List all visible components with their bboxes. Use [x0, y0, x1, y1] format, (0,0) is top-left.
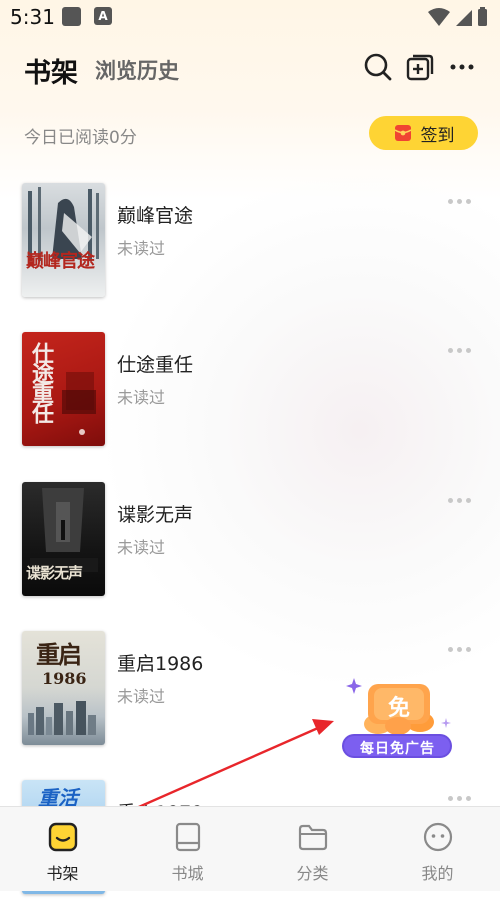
book-item[interactable]: 谍影无声 谍影无声 未读过	[0, 482, 500, 622]
nav-categories[interactable]: 分类	[250, 807, 375, 891]
ad-badge: 免	[387, 696, 410, 721]
sparkle-icon	[346, 678, 362, 694]
book-title: 仕途重任	[117, 354, 194, 376]
search-icon	[364, 53, 392, 81]
search-button[interactable]	[361, 50, 395, 84]
more-options-button[interactable]	[445, 50, 479, 84]
bookshelf-smile-icon	[48, 822, 78, 852]
tab-bookshelf[interactable]: 书架	[24, 51, 78, 90]
status-icons	[426, 6, 490, 32]
book-more-button[interactable]	[448, 792, 478, 804]
wifi-icon	[428, 8, 450, 26]
book-item[interactable]: 巅峰官途 巅峰官途 未读过	[0, 183, 500, 323]
nav-label: 我的	[421, 864, 454, 883]
more-horizontal-icon	[450, 64, 474, 70]
add-book-icon	[406, 54, 434, 81]
status-bar: 5:31 A	[0, 0, 500, 34]
book-read-status: 未读过	[117, 538, 166, 557]
book-cover[interactable]: 仕途重任	[22, 332, 105, 446]
nav-label: 书城	[171, 864, 204, 883]
book-icon	[175, 822, 201, 852]
book-title: 巅峰官途	[117, 205, 194, 227]
book-more-button[interactable]	[448, 344, 478, 356]
tab-browse-history[interactable]: 浏览历史	[95, 55, 179, 85]
book-read-status: 未读过	[117, 687, 166, 706]
folder-icon	[298, 824, 328, 851]
book-title: 谍影无声	[117, 504, 194, 526]
nav-bookshelf[interactable]: 书架	[0, 807, 125, 891]
book-cover[interactable]: 巅峰官途	[22, 183, 105, 297]
book-more-button[interactable]	[448, 195, 478, 207]
sign-in-button[interactable]: 签到	[369, 116, 478, 150]
red-envelope-icon	[394, 125, 411, 141]
cover-title: 重活	[38, 786, 78, 810]
book-cover[interactable]: 谍影无声	[22, 482, 105, 596]
notification-square-icon	[62, 7, 81, 26]
battery-icon	[478, 9, 487, 26]
cover-title: 重启	[36, 640, 82, 669]
face-icon	[423, 822, 453, 852]
book-item[interactable]: 仕途重任 仕途重任 未读过	[0, 332, 500, 472]
cover-year: 1986	[42, 669, 87, 688]
book-more-button[interactable]	[448, 494, 478, 506]
signal-icon	[456, 10, 472, 26]
add-book-button[interactable]	[403, 50, 437, 84]
cover-title: 仕途重任	[28, 342, 54, 422]
notification-a-icon: A	[94, 7, 112, 25]
cover-title: 巅峰官途	[26, 251, 95, 272]
nav-profile[interactable]: 我的	[375, 807, 500, 891]
cover-title: 谍影无声	[26, 564, 83, 582]
nav-label: 书架	[46, 864, 79, 883]
nav-label: 分类	[296, 864, 329, 883]
nav-bookstore[interactable]: 书城	[125, 807, 250, 891]
sign-in-label: 签到	[420, 125, 455, 146]
book-read-status: 未读过	[117, 388, 166, 407]
book-cover[interactable]: 重启 1986	[22, 631, 105, 745]
status-time: 5:31	[10, 5, 55, 29]
book-title: 重启1986	[117, 653, 204, 675]
bottom-navigation: 书架 书城 分类 我的	[0, 806, 500, 891]
book-read-status: 未读过	[117, 239, 166, 258]
daily-ad-free-widget[interactable]: 免 每日免广告	[340, 678, 455, 760]
book-more-button[interactable]	[448, 643, 478, 655]
today-reading-time: 今日已阅读0分	[24, 128, 137, 148]
ad-banner-label: 每日免广告	[360, 741, 435, 757]
